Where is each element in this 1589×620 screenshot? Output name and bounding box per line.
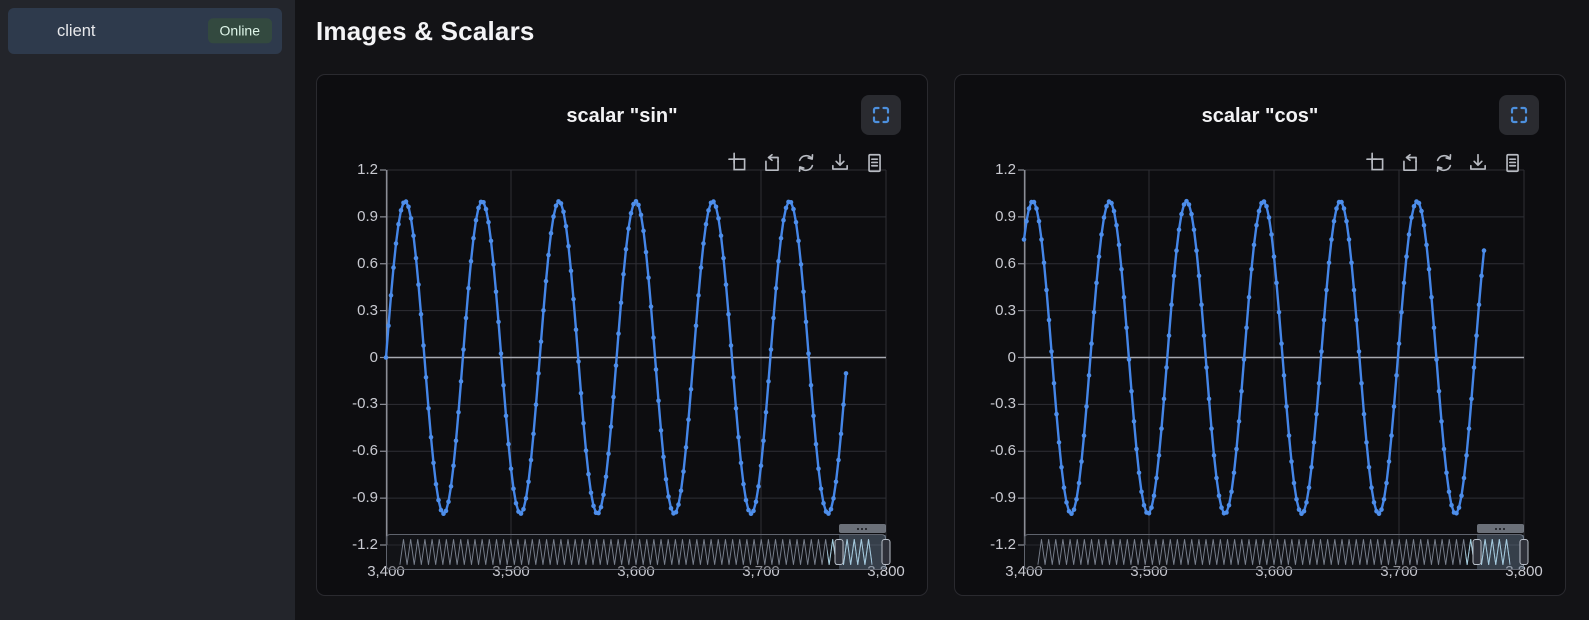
chart-card-sin: scalar "sin" 1.20.90.60.30-0.3-0.6-0.9-1…: [316, 74, 928, 596]
y-tick-label: -0.3: [960, 395, 1016, 413]
restore-icon: [1433, 152, 1455, 177]
datazoom-slider[interactable]: [386, 534, 886, 570]
zoom-reset-button[interactable]: [760, 151, 784, 177]
chart-toolbar: [1364, 151, 1524, 177]
chart-toolbar: [726, 151, 886, 177]
chart-title: scalar "cos": [955, 105, 1565, 128]
download-button[interactable]: [828, 151, 852, 177]
zoom-select-icon: [1365, 152, 1387, 177]
zoom-reset-icon: [1399, 152, 1421, 177]
y-tick-label: 0.6: [322, 255, 378, 273]
y-tick-label: 0.3: [322, 302, 378, 320]
status-badge: Online: [208, 18, 272, 43]
download-button[interactable]: [1466, 151, 1490, 177]
y-tick-label: 0.9: [960, 208, 1016, 226]
data-view-button[interactable]: [862, 151, 886, 177]
zoom-select-button[interactable]: [1364, 151, 1388, 177]
plot-area[interactable]: 1.20.90.60.30-0.3-0.6-0.9-1.23,4003,5003…: [386, 170, 886, 545]
zoom-select-button[interactable]: [726, 151, 750, 177]
datazoom-window[interactable]: [1477, 535, 1525, 569]
datazoom-slider[interactable]: [1024, 534, 1524, 570]
fullscreen-button[interactable]: [861, 95, 901, 135]
zoom-reset-button[interactable]: [1398, 151, 1422, 177]
chart-card-cos: scalar "cos" 1.20.90.60.30-0.3-0.6-0.9-1…: [954, 74, 1566, 596]
datazoom-preview-wave: [1025, 535, 1523, 569]
plot-surface[interactable]: [386, 170, 886, 545]
y-tick-label: 1.2: [960, 161, 1016, 179]
chart-cards-row: scalar "sin" 1.20.90.60.30-0.3-0.6-0.9-1…: [316, 74, 1589, 596]
datazoom-right-handle[interactable]: [1520, 539, 1529, 565]
y-tick-label: -1.2: [322, 536, 378, 554]
restore-icon: [795, 152, 817, 177]
datazoom-left-handle[interactable]: [1472, 539, 1481, 565]
y-tick-label: 0.6: [960, 255, 1016, 273]
plot-surface[interactable]: [1024, 170, 1524, 545]
zoom-reset-icon: [761, 152, 783, 177]
download-icon: [1467, 152, 1489, 177]
data-view-icon: [1501, 152, 1523, 177]
y-tick-label: 0.3: [960, 302, 1016, 320]
y-tick-label: 1.2: [322, 161, 378, 179]
fullscreen-icon: [871, 105, 891, 125]
y-tick-label: -0.6: [322, 442, 378, 460]
y-tick-label: -0.9: [960, 489, 1016, 507]
main-content: Images & Scalars scalar "sin" 1.20.90.60…: [295, 0, 1589, 620]
plot-area[interactable]: 1.20.90.60.30-0.3-0.6-0.9-1.23,4003,5003…: [1024, 170, 1524, 545]
data-view-button[interactable]: [1500, 151, 1524, 177]
y-tick-label: 0: [960, 349, 1016, 367]
datazoom-right-handle[interactable]: [882, 539, 891, 565]
data-view-icon: [863, 152, 885, 177]
y-tick-label: -0.6: [960, 442, 1016, 460]
restore-button[interactable]: [1432, 151, 1456, 177]
page-title: Images & Scalars: [316, 16, 1589, 47]
download-icon: [829, 152, 851, 177]
y-tick-label: -0.3: [322, 395, 378, 413]
fullscreen-icon: [1509, 105, 1529, 125]
y-tick-label: 0: [322, 349, 378, 367]
datazoom-move-handle[interactable]: [839, 524, 887, 533]
sidebar-item-client[interactable]: client Online: [8, 8, 282, 54]
datazoom-move-handle[interactable]: [1477, 524, 1525, 533]
datazoom-preview-wave: [387, 535, 885, 569]
y-tick-label: -1.2: [960, 536, 1016, 554]
fullscreen-button[interactable]: [1499, 95, 1539, 135]
y-tick-label: 0.9: [322, 208, 378, 226]
datazoom-window[interactable]: [839, 535, 887, 569]
sidebar: client Online: [0, 0, 295, 620]
y-tick-label: -0.9: [322, 489, 378, 507]
datazoom-left-handle[interactable]: [834, 539, 843, 565]
chart-title: scalar "sin": [317, 105, 927, 128]
zoom-select-icon: [727, 152, 749, 177]
restore-button[interactable]: [794, 151, 818, 177]
client-label: client: [57, 22, 96, 41]
